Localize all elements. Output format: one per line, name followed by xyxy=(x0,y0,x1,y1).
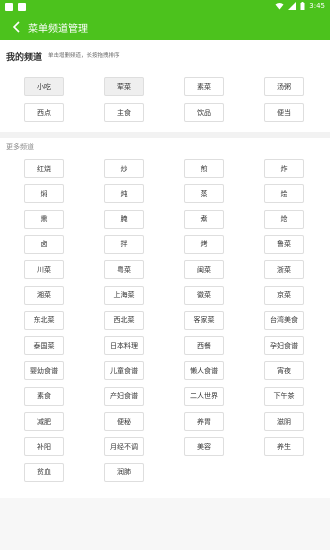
more-channel-tag[interactable]: 煮 xyxy=(184,209,224,229)
more-channel-tag[interactable]: 日本料理 xyxy=(104,336,144,356)
my-channel-tag[interactable]: 饮品 xyxy=(184,103,224,122)
more-channel-tag[interactable]: 川菜 xyxy=(24,260,64,280)
my-channel-tag[interactable]: 便当 xyxy=(264,103,304,122)
more-channel-tag[interactable]: 熏 xyxy=(24,209,64,229)
more-channel-tag[interactable]: 泰国菜 xyxy=(24,336,64,356)
page-title: 菜单频道管理 xyxy=(28,24,88,35)
more-channel-tag[interactable]: 素食 xyxy=(24,386,64,406)
image-notification-icon xyxy=(5,3,13,11)
more-channel-tag[interactable]: 卤 xyxy=(24,234,64,254)
more-channel-tag[interactable]: 润肺 xyxy=(104,462,144,482)
more-channel-tag[interactable]: 徽菜 xyxy=(184,285,224,305)
more-channel-tag[interactable]: 婴幼食谱 xyxy=(24,361,64,381)
my-channel-tag[interactable]: 素菜 xyxy=(184,77,224,96)
more-channel-tag[interactable]: 产妇食谱 xyxy=(104,386,144,406)
more-channel-tag[interactable]: 下午茶 xyxy=(264,386,304,406)
my-channel-tag[interactable]: 小吃 xyxy=(24,77,64,96)
my-channels-hint: 单击增删频道，长按拖拽排序 xyxy=(48,53,120,59)
more-channel-tag[interactable]: 养生 xyxy=(264,437,304,457)
more-channel-tag[interactable]: 美容 xyxy=(184,437,224,457)
status-bar: 3:45 xyxy=(0,0,330,14)
status-time: 3:45 xyxy=(309,2,325,10)
more-channel-tag[interactable]: 西北菜 xyxy=(104,310,144,330)
more-channels-panel: 更多频道 红烧 炒 煎 炸焖 炖 蒸 烩熏 腌 煮 炝卤 拌 烤 鲁菜川菜 粤菜 闽菜 浙菜湘菜 上海菜 徽菜 京菜… xyxy=(0,138,330,498)
more-channel-tag[interactable]: 腌 xyxy=(104,209,144,229)
back-arrow-icon[interactable] xyxy=(10,20,24,34)
more-channel-tag[interactable]: 炸 xyxy=(264,159,304,178)
wifi-icon xyxy=(275,3,284,10)
my-channel-tag[interactable]: 主食 xyxy=(104,103,144,122)
more-channel-tag[interactable]: 煎 xyxy=(184,159,224,178)
app-notification-icon xyxy=(18,3,26,11)
more-channel-tag[interactable]: 二人世界 xyxy=(184,386,224,406)
more-channel-tag[interactable]: 孕妇食谱 xyxy=(264,336,304,356)
toolbar: 菜单频道管理 xyxy=(0,14,330,40)
my-channels-title: 我的频道 xyxy=(6,53,43,63)
battery-icon xyxy=(300,2,305,10)
more-channels-title: 更多频道 xyxy=(6,143,34,151)
more-channel-tag[interactable]: 炖 xyxy=(104,184,144,204)
more-channel-tag[interactable]: 宵夜 xyxy=(264,361,304,381)
more-channel-tag[interactable]: 湘菜 xyxy=(24,285,64,305)
more-channel-tag[interactable]: 便秘 xyxy=(104,412,144,431)
more-channel-tag[interactable]: 炒 xyxy=(104,159,144,178)
more-channel-tag[interactable]: 京菜 xyxy=(264,285,304,305)
my-channel-tag[interactable]: 汤粥 xyxy=(264,77,304,96)
more-channel-tag[interactable]: 西餐 xyxy=(184,336,224,356)
more-channel-tag[interactable]: 上海菜 xyxy=(104,285,144,305)
my-channels-panel: 我的频道 单击增删频道，长按拖拽排序 小吃 荤菜 素菜 汤粥西点 主食 饮品 便当 xyxy=(0,40,330,132)
more-channel-tag[interactable]: 红烧 xyxy=(24,159,64,178)
more-channel-tag[interactable]: 焖 xyxy=(24,184,64,204)
more-channel-tag[interactable]: 烩 xyxy=(264,184,304,204)
more-channel-tag[interactable]: 浙菜 xyxy=(264,260,304,280)
more-channel-tag[interactable]: 拌 xyxy=(104,234,144,254)
my-channel-tag[interactable]: 荤菜 xyxy=(104,77,144,96)
more-channel-tag[interactable]: 炝 xyxy=(264,209,304,229)
signal-icon xyxy=(288,2,297,10)
my-channel-tag[interactable]: 西点 xyxy=(24,103,64,122)
more-channel-tag[interactable]: 粤菜 xyxy=(104,260,144,280)
more-channel-tag[interactable]: 月经不调 xyxy=(104,437,144,457)
more-channel-tag[interactable]: 客家菜 xyxy=(184,310,224,330)
more-channel-tag[interactable]: 补阳 xyxy=(24,437,64,457)
more-channel-tag[interactable]: 闽菜 xyxy=(184,260,224,280)
more-channel-tag[interactable]: 贫血 xyxy=(24,462,64,482)
more-channel-tag[interactable]: 台湾美食 xyxy=(264,310,304,330)
more-channel-tag[interactable]: 蒸 xyxy=(184,184,224,204)
more-channel-tag[interactable]: 鲁菜 xyxy=(264,234,304,254)
more-channel-tag[interactable]: 养胃 xyxy=(184,412,224,431)
more-channel-tag[interactable]: 滋阴 xyxy=(264,412,304,431)
more-channel-tag[interactable]: 减肥 xyxy=(24,412,64,431)
more-channel-tag[interactable]: 懒人食谱 xyxy=(184,361,224,381)
more-channel-tag[interactable]: 烤 xyxy=(184,234,224,254)
more-channel-tag[interactable]: 儿童食谱 xyxy=(104,361,144,381)
more-channel-tag[interactable]: 东北菜 xyxy=(24,310,64,330)
